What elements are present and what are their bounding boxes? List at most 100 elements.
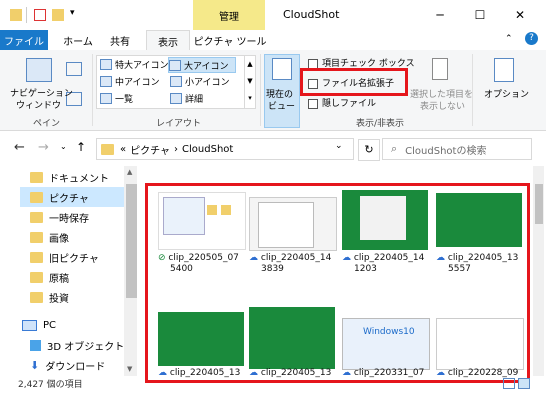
address-dropdown-icon[interactable]: ⌄ [335, 141, 343, 151]
nav-item-images[interactable]: 画像 [30, 227, 69, 247]
search-icon: ⌕ [391, 142, 398, 155]
extra-large-icons-icon [100, 58, 112, 70]
folder-icon [30, 231, 43, 243]
show-hide-group-label: 表示/非表示 [356, 119, 405, 129]
navigation-pane-button-label2: ウィンドウ [16, 101, 62, 111]
highlight-box [300, 68, 408, 96]
current-view-label2: ビュー [268, 102, 296, 112]
breadcrumb-pictures[interactable]: ピクチャ [130, 142, 170, 157]
layout-medium[interactable]: 中アイコン [100, 74, 160, 88]
breadcrumb-cloudshot[interactable]: CloudShot [182, 144, 233, 155]
layout-label: 詳細 [185, 94, 204, 105]
breadcrumb-overflow[interactable]: « [120, 144, 126, 155]
nav-label: 一時保存 [49, 213, 89, 225]
recent-locations-icon[interactable]: ⌄ [60, 142, 67, 151]
address-bar[interactable]: « ピクチャ › CloudShot [96, 138, 354, 160]
details-view-icon[interactable] [503, 378, 515, 389]
divider [26, 7, 27, 23]
folder-icon [30, 271, 43, 283]
search-placeholder: CloudShotの検索 [405, 145, 487, 157]
pc-icon [22, 319, 37, 331]
tab-view[interactable]: 表示 [146, 30, 190, 51]
hide-selected-icon [432, 58, 448, 80]
up-arrow-icon[interactable]: ↑ [76, 140, 86, 154]
nav-item-temp[interactable]: 一時保存 [30, 207, 89, 227]
forward-arrow-icon[interactable]: → [38, 140, 49, 155]
nav-item-downloads[interactable]: ⬇ ダウンロード [30, 355, 105, 375]
hidden-files-option[interactable]: 隠しファイル [308, 96, 376, 109]
list-icon [100, 92, 112, 104]
nav-item-documents[interactable]: ドキュメント [30, 167, 109, 187]
divider [472, 54, 473, 126]
details-icon [170, 92, 182, 104]
layout-label: 中アイコン [115, 77, 160, 88]
tab-picture-tools[interactable]: ピクチャ ツール [192, 30, 268, 50]
ribbon-collapse-icon[interactable]: ⌃ [505, 34, 513, 44]
nav-label: 投資 [49, 293, 69, 305]
nav-label: 画像 [49, 233, 69, 245]
nav-item-3d-objects[interactable]: 3D オブジェクト [30, 335, 124, 355]
nav-label: ダウンロード [45, 361, 106, 373]
nav-item-manuscripts[interactable]: 原稿 [30, 267, 69, 287]
properties-icon[interactable] [34, 9, 46, 21]
nav-label: PC [43, 319, 57, 331]
checkbox[interactable] [308, 98, 318, 109]
manage-label: 管理 [219, 11, 239, 23]
nav-item-old-pictures[interactable]: 旧ピクチャ [30, 247, 99, 267]
new-folder-icon[interactable] [52, 9, 64, 21]
divider [260, 54, 261, 126]
tab-file[interactable]: ファイル [0, 30, 48, 50]
option-label: 隠しファイル [322, 99, 377, 109]
window-title: CloudShot [283, 8, 340, 21]
layout-label: 小アイコン [185, 77, 230, 88]
folder-icon [30, 191, 43, 203]
scroll-up-icon[interactable]: ▲ [127, 168, 132, 176]
layout-label: 特大アイコン [115, 60, 169, 71]
nav-label: 3D オブジェクト [47, 341, 125, 353]
layout-gallery-scroll[interactable]: ▲ ▼ ▾ [244, 55, 256, 109]
folder-icon [101, 143, 114, 155]
checkbox[interactable] [308, 58, 318, 69]
help-icon[interactable]: ? [525, 32, 538, 45]
small-icons-icon [170, 75, 182, 87]
folder-icon [10, 9, 22, 21]
layout-details[interactable]: 詳細 [170, 91, 203, 105]
nav-scroll-thumb[interactable] [126, 184, 137, 298]
preview-pane-icon[interactable] [66, 62, 82, 76]
current-view-icon [272, 58, 292, 80]
hide-selected-label2: 表示しない [420, 102, 466, 112]
layout-large[interactable]: 大アイコン [168, 57, 236, 73]
nav-item-investment[interactable]: 投資 [30, 287, 69, 307]
tab-share[interactable]: 共有 [102, 30, 138, 50]
manage-context-tab[interactable]: 管理 [193, 0, 265, 30]
back-arrow-icon[interactable]: ← [14, 140, 25, 155]
nav-label: ドキュメント [49, 173, 109, 185]
layout-list[interactable]: 一覧 [100, 91, 133, 105]
nav-item-pictures[interactable]: ピクチャ [20, 187, 134, 207]
chevron-right-icon: › [174, 143, 179, 155]
highlight-box [145, 183, 530, 383]
large-icons-view-icon[interactable] [518, 378, 530, 389]
layout-group-label: レイアウト [156, 119, 202, 129]
refresh-icon[interactable]: ↻ [358, 139, 380, 161]
tab-home[interactable]: ホーム [58, 30, 98, 50]
divider [92, 54, 93, 126]
scroll-down-icon[interactable]: ▼ [127, 365, 132, 373]
nav-item-pc[interactable]: PC [22, 315, 56, 335]
options-button[interactable]: オプション [484, 87, 529, 100]
content-scroll-thumb[interactable] [535, 184, 543, 224]
folder-icon [30, 291, 43, 303]
minimize-button[interactable]: ─ [420, 4, 460, 26]
folder-icon [30, 211, 43, 223]
nav-label: 旧ピクチャ [49, 253, 99, 265]
search-box[interactable]: ⌕ CloudShotの検索 [382, 138, 532, 160]
maximize-button[interactable]: ☐ [460, 4, 500, 26]
nav-label: ピクチャ [49, 193, 89, 205]
layout-extra-large[interactable]: 特大アイコン [100, 57, 169, 71]
close-button[interactable]: ✕ [500, 4, 540, 26]
3d-objects-icon [30, 339, 41, 351]
layout-label: 大アイコン [184, 61, 229, 72]
layout-small[interactable]: 小アイコン [170, 74, 230, 88]
medium-icons-icon [100, 75, 112, 87]
quick-access-dropdown-icon[interactable]: ▾ [70, 8, 75, 18]
